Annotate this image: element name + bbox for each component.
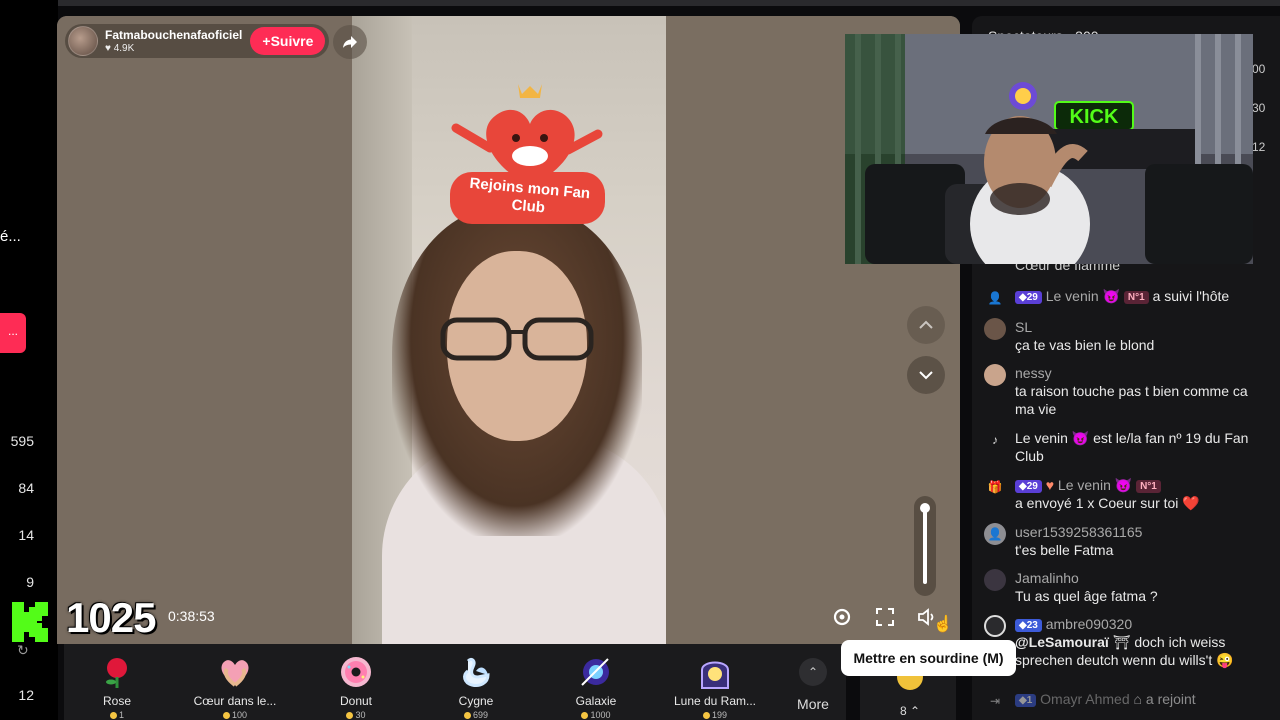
gift-item[interactable]: Lune du Ram... 199 xyxy=(660,644,770,720)
sidebar-pink-button[interactable]: ... xyxy=(0,313,26,353)
settings-button[interactable] xyxy=(829,604,855,630)
gift-item[interactable]: Galaxie 1000 xyxy=(541,644,651,720)
gear-icon xyxy=(833,608,851,626)
share-button[interactable] xyxy=(333,25,367,59)
moon-icon xyxy=(697,654,733,690)
host-avatar[interactable] xyxy=(68,26,98,56)
heart-badge-icon: ♥ xyxy=(1045,477,1055,493)
truncated-label: é... xyxy=(0,228,21,245)
list-item: 👤 user1539258361165 t'es belle Fatma xyxy=(972,523,1272,563)
sidebar-count: 84 xyxy=(18,480,34,496)
coin-icon xyxy=(222,712,230,720)
level-badge: ◆1 xyxy=(1015,694,1037,707)
next-live-button[interactable] xyxy=(907,356,945,394)
follow-button[interactable]: + Suivre xyxy=(250,27,326,55)
more-gifts-button[interactable]: ⌃ More xyxy=(780,644,846,720)
heart-gift-icon: ❤️ xyxy=(1182,495,1200,511)
svg-text:KICK: KICK xyxy=(1070,106,1119,128)
fan-club-line2: Club xyxy=(510,196,546,217)
fullscreen-button[interactable] xyxy=(872,604,898,630)
gift-item[interactable]: Cygne 699 xyxy=(421,644,531,720)
chevron-up-icon xyxy=(919,320,933,329)
sidebar-count: 14 xyxy=(18,527,34,543)
home-icon: ⌂ xyxy=(1133,691,1142,707)
list-item: 👤 ◆29 Le venin 😈 N°1 a suivi l'hôte xyxy=(972,287,1272,307)
devil-icon: 😈 xyxy=(1102,288,1120,304)
cursor-icon: ☝ xyxy=(933,616,953,633)
list-item: Jamalinho Tu as quel âge fatma ? xyxy=(972,569,1272,609)
mute-tooltip: Mettre en sourdine (M) xyxy=(841,640,1016,676)
sidebar-count: 12 xyxy=(18,687,34,703)
glasses-graphic xyxy=(440,317,594,361)
rank-badge: N°1 xyxy=(1136,480,1161,493)
previous-live-button[interactable] xyxy=(907,306,945,344)
avatar[interactable] xyxy=(984,318,1006,340)
volume-slider[interactable] xyxy=(914,496,936,596)
host-card: Fatmabouchenafaoficiel ♥ 4.9K + Suivre xyxy=(65,24,330,58)
plus-icon: + xyxy=(262,33,271,49)
devil-icon: 😈 xyxy=(1114,477,1133,493)
gift-icon: 🎁 xyxy=(987,480,1003,494)
streamer-webcam: KICK xyxy=(845,34,1253,264)
live-video-player[interactable]: Rejoins mon Fan Club Fatmabouchenafaofic… xyxy=(57,16,960,644)
edge-number: 30 xyxy=(1252,101,1266,115)
top-bar xyxy=(0,0,1280,6)
chevron-down-icon xyxy=(919,371,933,380)
level-badge: ◆29 xyxy=(1015,291,1042,304)
donut-icon xyxy=(338,654,374,690)
tiktok-icon: ♪ xyxy=(992,433,998,447)
fullscreen-icon xyxy=(876,608,894,626)
join-icon: ⇥ xyxy=(989,694,1001,708)
heart-icon: ♥ xyxy=(105,43,111,54)
host-name[interactable]: Fatmabouchenafaoficiel xyxy=(105,28,242,42)
coin-icon xyxy=(346,712,354,720)
coin-icon xyxy=(581,712,589,720)
gift-bar: Rose 1 Cœur dans le... 100 Donut 30 Cygn… xyxy=(64,644,834,720)
list-item: ⇥ ◆1 Omayr Ahmed ⌂ a rejoint xyxy=(972,690,1272,710)
list-item: 🎁 ◆29 ♥ Le venin 😈 N°1 a envoyé 1 x Coeu… xyxy=(972,476,1272,516)
coin-icon xyxy=(463,712,471,720)
swan-icon xyxy=(458,654,494,690)
kick-viewer-count: 1025 xyxy=(66,594,156,641)
stream-timer: 0:38:53 xyxy=(168,608,215,624)
sidebar-count: 9 xyxy=(26,574,34,590)
follow-icon: 👤 xyxy=(987,291,1003,305)
chevron-up-icon: ⌃ xyxy=(799,658,827,686)
rank-badge: N°1 xyxy=(1123,291,1149,304)
sidebar-count: 595 xyxy=(10,433,34,449)
coin-icon xyxy=(702,712,710,720)
rose-icon xyxy=(99,654,135,690)
level-badge: ◆29 xyxy=(1015,480,1042,493)
volume-knob[interactable] xyxy=(920,503,930,513)
avatar[interactable] xyxy=(984,364,1006,386)
app-root: é... ... 595 84 14 9 ↻ 12 Rejoins mon Fa… xyxy=(0,0,1280,720)
level-badge: ◆23 xyxy=(1015,619,1042,632)
fan-club-sticker[interactable]: Rejoins mon Fan Club xyxy=(440,76,615,246)
refresh-icon[interactable]: ↻ xyxy=(17,642,29,659)
share-icon xyxy=(343,36,357,48)
list-item: nessy ta raison touche pas t bien comme … xyxy=(972,364,1272,420)
avatar[interactable] xyxy=(984,615,1006,637)
host-likes: 4.9K xyxy=(113,43,135,54)
kick-logo-icon xyxy=(12,602,48,642)
samurai-icon: ⛩ xyxy=(1112,634,1131,650)
video-feed: Rejoins mon Fan Club xyxy=(352,16,666,644)
heart-hands-icon xyxy=(217,654,253,690)
edge-number: 12 xyxy=(1252,140,1266,154)
edge-number: 00 xyxy=(1252,62,1266,76)
gift-item[interactable]: Rose 1 xyxy=(62,644,172,720)
list-item: ◆23 ambre090320 @LeSamouraï ⛩ doch ich w… xyxy=(972,615,1272,671)
avatar[interactable] xyxy=(984,569,1006,591)
galaxy-icon xyxy=(578,654,614,690)
list-item: SL ça te vas bien le blond xyxy=(972,318,1272,358)
gift-item[interactable]: Donut 30 xyxy=(301,644,411,720)
gift-item[interactable]: Cœur dans le... 100 xyxy=(180,644,290,720)
coin-icon xyxy=(109,712,117,720)
avatar[interactable]: 👤 xyxy=(984,523,1006,545)
list-item: ♪ Le venin 😈 est le/la fan nº 19 du Fan … xyxy=(972,429,1272,469)
